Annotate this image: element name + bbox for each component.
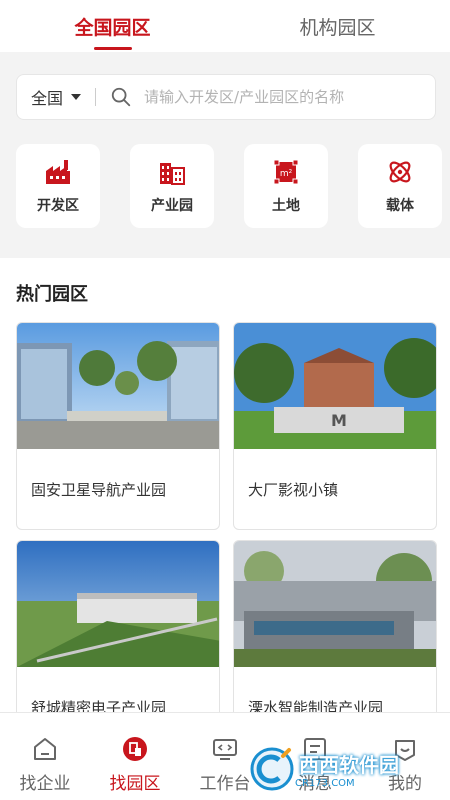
region-selector[interactable]: 全国 [17,85,82,109]
hot-parks-section: 热门园区 固安卫星导航产业园 M 大厂影视小镇 舒城精密电子产业园 溧水智能制造… [0,258,450,748]
search-bar: 全国 [16,74,436,120]
park-photo [17,541,219,667]
buildings-icon [160,163,185,185]
tab-institution-parks[interactable]: 机构园区 [225,0,450,52]
park-card[interactable]: M 大厂影视小镇 [233,322,437,530]
tab-label: 机构园区 [299,16,376,39]
active-tab-indicator [93,47,132,50]
category-industrial-park[interactable]: 产业园 [130,144,214,228]
factory-icon [46,160,70,184]
svg-text:M: M [331,411,347,430]
atom-icon [389,161,411,183]
search-input[interactable] [144,88,435,106]
section-title: 热门园区 [16,284,88,305]
bottom-nav: 找企业 找园区 工作台 消息 我的 西西软件园 CR173.COM [0,712,450,800]
app-page: 全国园区 机构园区 全国 请输入开发区/产业园区的名称 开发区 产业园 m² 土… [0,0,450,800]
watermark-icon [250,747,294,791]
park-photo [234,541,436,667]
workbench-icon [213,739,237,760]
search-divider [95,88,97,106]
watermark-logo: 西西软件园 CR173.COM [249,744,444,794]
watermark-text-group: 西西软件园 CR173.COM [295,749,399,789]
watermark-text: 西西软件园 [299,753,399,777]
tab-label: 全国园区 [74,16,151,39]
home-icon [34,738,56,760]
category-label: 土地 [272,198,300,214]
park-photo [17,323,219,449]
tab-national-parks[interactable]: 全国园区 [0,0,225,52]
search-icon [111,87,131,107]
category-label: 产业园 [151,198,193,214]
category-row: 开发区 产业园 m² 土地 载体 [16,144,450,228]
category-land[interactable]: m² 土地 [244,144,328,228]
svg-text:m²: m² [280,169,293,179]
category-label: 开发区 [37,198,79,214]
nav-find-park[interactable]: 找园区 [90,713,180,800]
nav-label: 找园区 [109,774,161,794]
park-photo: M [234,323,436,449]
park-card[interactable]: 固安卫星导航产业园 [16,322,220,530]
category-carrier[interactable]: 载体 [358,144,442,228]
nav-find-company[interactable]: 找企业 [0,713,90,800]
category-development-zone[interactable]: 开发区 [16,144,100,228]
park-name: 大厂影视小镇 [248,481,339,499]
land-icon: m² [273,159,299,185]
watermark-subtext: CR173.COM [295,778,355,789]
nav-label: 工作台 [199,774,251,794]
park-icon [123,737,147,761]
search-section: 全国 开发区 [0,52,450,258]
region-label: 全国 [31,89,64,108]
park-name: 固安卫星导航产业园 [31,481,167,499]
top-tab-bar: 全国园区 机构园区 [0,0,450,52]
nav-label: 找企业 [19,774,71,794]
caret-down-icon [71,94,82,100]
category-label: 载体 [386,198,414,214]
